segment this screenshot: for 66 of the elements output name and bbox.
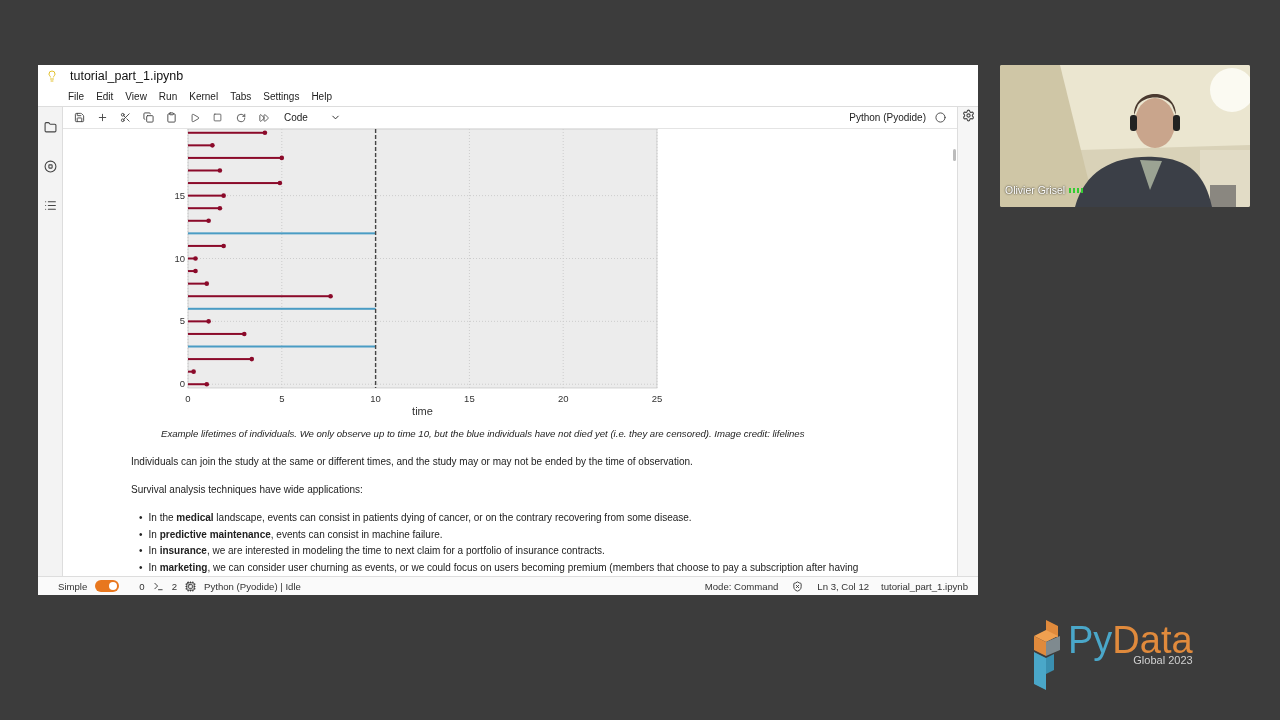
y-tick-label: 10	[174, 252, 185, 264]
bullet-marker: •	[139, 544, 143, 559]
died-lifeline	[188, 243, 226, 249]
file-name: tutorial_part_1.ipynb	[881, 580, 968, 592]
lightbulb-icon	[46, 69, 58, 82]
command-mode[interactable]: Mode: Command	[704, 580, 779, 592]
died-lifeline	[188, 381, 210, 387]
copy-icon[interactable]	[140, 109, 157, 126]
figure-caption: Example lifetimes of individuals. We only observe up to time 10, but the blue individuals have not died yet (i.e. they are censored). Image credit: lifelines	[161, 428, 806, 439]
bullet-marker: •	[139, 560, 143, 575]
y-tick-label: 0	[179, 378, 185, 390]
died-lifeline	[188, 319, 211, 324]
kernel-status[interactable]: Python (Pyodide) | Idle	[204, 580, 301, 592]
y-tick-label: 15	[174, 189, 185, 201]
x-tick-label: 25	[651, 393, 663, 404]
died-lifeline	[188, 143, 215, 148]
died-lifeline	[188, 193, 226, 198]
bullet-marker: •	[139, 527, 143, 542]
kernel-icon[interactable]	[185, 580, 196, 592]
died-lifeline	[188, 356, 255, 362]
died-lifeline	[188, 268, 198, 274]
menu-item[interactable]: View	[119, 90, 153, 102]
paragraph: Survival analysis techniques have wide applications:	[131, 484, 364, 495]
kernel-status-icon[interactable]	[932, 109, 949, 126]
menu-item[interactable]: Edit	[90, 90, 120, 102]
died-lifeline	[188, 369, 196, 374]
shield-icon[interactable]	[792, 580, 804, 592]
participant-name: Olivier Grisel	[1005, 184, 1066, 196]
died-lifeline	[188, 205, 223, 211]
kernel-name[interactable]: Python (Pyodide)	[849, 112, 926, 123]
cell-type-dropdown[interactable]: Code	[280, 111, 345, 124]
died-lifeline	[188, 256, 198, 261]
y-tick-label: 5	[179, 315, 185, 327]
bullet-text: In insurance, we are interested in modeling the time to next claim for a portfolio of insurance contracts.	[148, 544, 605, 559]
mode-label: Simple	[58, 580, 88, 592]
died-lifeline	[188, 168, 223, 173]
kernel-count: 2	[171, 580, 177, 592]
cursor-position[interactable]: Ln 3, Col 12	[817, 580, 870, 592]
window-title: tutorial_part_1.ipynb	[70, 68, 184, 83]
menu-item[interactable]: Run	[152, 90, 184, 102]
died-lifeline	[188, 331, 247, 337]
menu-item[interactable]: File	[62, 90, 91, 102]
x-tick-label: 0	[185, 393, 191, 404]
simple-toggle[interactable]	[95, 580, 120, 592]
died-lifeline	[188, 281, 210, 286]
terminal-icon[interactable]	[152, 580, 164, 592]
bullet-marker: •	[139, 511, 143, 526]
x-tick-label: 15	[464, 393, 475, 404]
bullet-text: In the medical landscape, events can consist in patients dying of cancer, or on the contrary recovering from some disease.	[148, 511, 692, 526]
died-lifeline	[188, 218, 211, 224]
audio-level-icon	[1069, 187, 1084, 193]
stop-icon[interactable]	[41, 158, 59, 175]
menu-item[interactable]: Help	[305, 90, 338, 102]
x-tick-label: 20	[557, 393, 569, 404]
logo-subtitle: Global 2023	[1133, 654, 1193, 666]
menu-item[interactable]: Tabs	[224, 90, 258, 102]
paragraph: Individuals can join the study at the same or different times, and the study may or may not be ended by the time of observation.	[131, 456, 694, 467]
x-tick-label: 10	[370, 393, 381, 404]
x-tick-label: 5	[279, 393, 285, 404]
menu-item[interactable]: Kernel	[183, 90, 225, 102]
bullet-text: In marketing, we can consider user churning as events, or we could focus on users becoming premium (members that choose to pay a subscription after having	[148, 560, 859, 575]
bullet-text: In predictive maintenance, events can consist in machine failure.	[148, 527, 443, 542]
menu-item[interactable]: Settings	[257, 90, 306, 102]
axis-label: time	[412, 405, 433, 417]
terminal-count: 0	[139, 580, 145, 592]
scrollbar-thumb[interactable]	[952, 149, 956, 161]
